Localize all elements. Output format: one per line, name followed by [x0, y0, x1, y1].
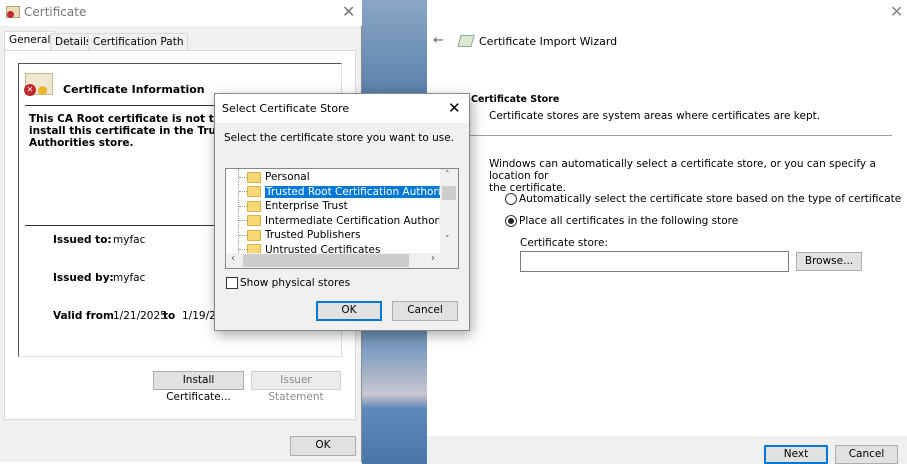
scroll-down-icon[interactable]: ˅: [445, 235, 450, 245]
window-title: Certificate: [24, 5, 87, 19]
valid-from-label: Valid from: [53, 310, 114, 322]
certificate-error-icon: ✕: [24, 73, 53, 96]
close-icon[interactable]: ✕: [342, 2, 355, 21]
valid-to-label: to: [163, 310, 176, 322]
radio-place-label[interactable]: Place all certificates in the following …: [519, 215, 738, 227]
radio-place-in-store[interactable]: [505, 215, 517, 227]
cancel-button[interactable]: Cancel: [392, 301, 458, 321]
ok-button[interactable]: OK: [290, 436, 356, 456]
wizard-title: Certificate Import Wizard: [479, 35, 618, 48]
browse-button[interactable]: Browse...: [796, 252, 862, 271]
folder-icon: [247, 200, 261, 212]
info-heading: Certificate Information: [63, 83, 205, 96]
title-bar[interactable]: Certificate ✕: [0, 0, 362, 26]
close-icon[interactable]: ✕: [890, 2, 903, 21]
folder-icon: [247, 215, 261, 226]
issued-to-label: Issued to:: [53, 234, 112, 246]
store-label: Intermediate Certification Authorities: [265, 214, 459, 227]
issuer-statement-button: Issuer Statement: [251, 371, 341, 403]
section-title: Certificate Store: [471, 94, 560, 105]
tab-general[interactable]: General: [4, 31, 56, 51]
description: Windows can automatically select a certi…: [489, 158, 876, 194]
store-label: Enterprise Trust: [265, 200, 348, 212]
next-button[interactable]: Next: [764, 445, 828, 464]
dialog-title-bar[interactable]: Select Certificate Store ✕: [215, 94, 469, 123]
store-label: Personal: [265, 171, 310, 183]
scroll-up-icon[interactable]: ˄: [445, 170, 450, 180]
radio-auto-select[interactable]: [505, 193, 517, 205]
store-item[interactable]: Intermediate Certification Authorities: [239, 214, 459, 228]
scroll-thumb[interactable]: [442, 186, 456, 200]
dialog-prompt: Select the certificate store you want to…: [224, 132, 455, 144]
store-label: Certificate store:: [520, 237, 608, 249]
certificate-icon: [6, 6, 20, 18]
store-label: Trusted Root Certification Authorities: [265, 185, 459, 198]
back-arrow-icon[interactable]: ←: [433, 33, 444, 48]
folder-icon: [247, 171, 261, 183]
store-item[interactable]: Enterprise Trust: [239, 199, 348, 213]
separator: [467, 135, 892, 136]
close-icon[interactable]: ✕: [448, 99, 461, 117]
certificate-store-input[interactable]: [520, 251, 789, 272]
dialog-title: Select Certificate Store: [222, 102, 350, 115]
store-tree[interactable]: Personal Trusted Root Certification Autho…: [225, 168, 459, 269]
folder-icon: [247, 229, 261, 241]
scroll-left-icon[interactable]: ‹: [231, 253, 235, 264]
trust-warning: This CA Root certificate is not truste in…: [29, 113, 245, 149]
issued-by-label: Issued by:: [53, 272, 114, 284]
issued-to-value: myfac: [113, 234, 146, 246]
store-item[interactable]: Personal: [239, 170, 310, 184]
store-item[interactable]: Trusted Publishers: [239, 228, 361, 242]
hscroll-thumb[interactable]: [243, 254, 409, 267]
select-certificate-store-dialog: Select Certificate Store ✕ Select the ce…: [214, 93, 470, 331]
wizard-icon: [457, 35, 475, 47]
certificate-import-wizard: ✕ ← Certificate Import Wizard Certificat…: [427, 0, 907, 464]
cancel-button[interactable]: Cancel: [835, 445, 898, 464]
valid-from-value: 1/21/2025: [113, 310, 167, 322]
vertical-scrollbar[interactable]: ˄ ˅: [440, 169, 458, 253]
store-label: Trusted Publishers: [265, 229, 361, 241]
install-certificate-button[interactable]: Install Certificate...: [153, 371, 244, 403]
store-item[interactable]: Trusted Root Certification Authorities: [239, 185, 459, 199]
show-physical-label[interactable]: Show physical stores: [240, 277, 350, 289]
issued-by-value: myfac: [113, 272, 146, 284]
section-subtitle: Certificate stores are system areas wher…: [489, 110, 821, 122]
horizontal-scrollbar[interactable]: ‹ ›: [226, 253, 458, 268]
scroll-right-icon[interactable]: ›: [431, 253, 435, 264]
folder-icon: [247, 186, 261, 197]
show-physical-checkbox[interactable]: [226, 277, 238, 289]
radio-auto-label[interactable]: Automatically select the certificate sto…: [519, 193, 901, 205]
tab-certification-path[interactable]: Certification Path: [88, 33, 189, 51]
ok-button[interactable]: OK: [316, 301, 382, 321]
